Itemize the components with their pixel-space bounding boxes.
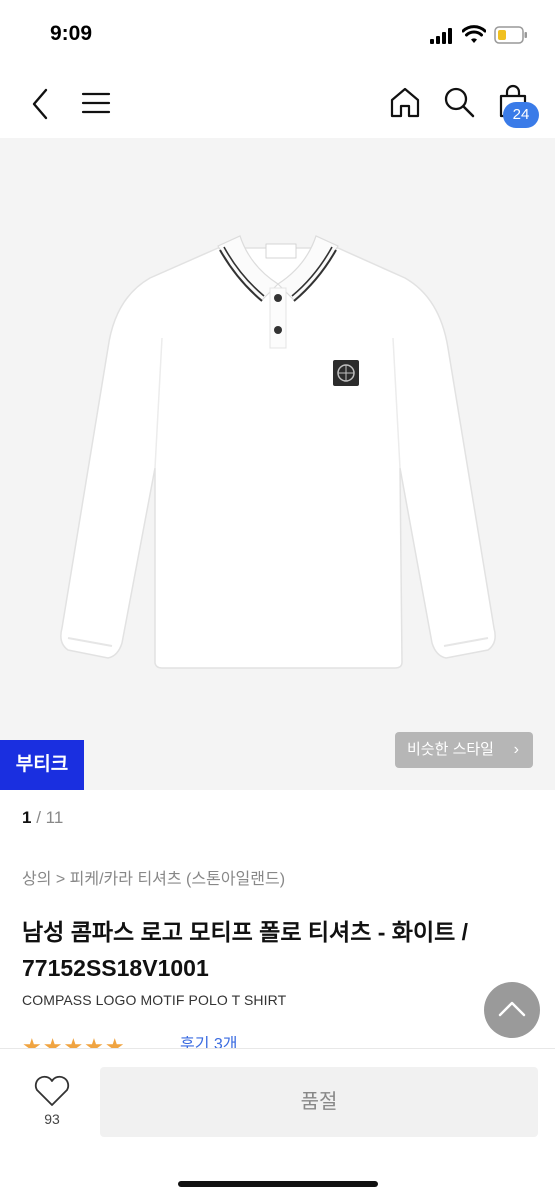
pager-total: 11 (45, 808, 64, 827)
boutique-tag: 부티크 (0, 740, 84, 790)
home-indicator (178, 1181, 378, 1187)
soldout-button[interactable]: 품절 (100, 1067, 538, 1137)
back-icon[interactable] (28, 86, 54, 122)
status-bar: 9:09 (0, 0, 555, 70)
chevron-right-icon: › (513, 741, 519, 758)
pager-separator: / (31, 808, 46, 827)
product-subtitle: COMPASS LOGO MOTIF POLO T SHIRT (22, 992, 287, 1008)
like-button[interactable]: 93 (30, 1075, 74, 1135)
bottom-action-bar: 93 품절 (0, 1048, 555, 1200)
similar-style-button[interactable]: 비슷한 스타일 › (395, 732, 533, 768)
category-breadcrumb[interactable]: 상의 > 피케/카라 티셔츠 (스톤아일랜드) (22, 865, 285, 889)
cart-count-badge[interactable]: 24 (503, 102, 539, 128)
battery-icon (494, 26, 527, 44)
home-icon[interactable] (388, 84, 422, 120)
similar-style-label: 비슷한 스타일 (407, 741, 494, 758)
product-title: 남성 콤파스 로고 모티프 폴로 티셔츠 - 화이트 / 77152SS18V1… (22, 919, 469, 981)
nav-bar (0, 70, 555, 138)
status-time: 9:09 (50, 22, 93, 45)
image-pager: 1 / 11 (22, 808, 63, 828)
heart-icon (34, 1075, 70, 1106)
product-image[interactable] (0, 138, 555, 790)
chevron-up-icon (498, 1001, 526, 1017)
search-icon[interactable] (442, 84, 476, 120)
like-count: 93 (44, 1111, 60, 1127)
signal-icon (430, 28, 452, 44)
polo-shirt-image (60, 235, 496, 669)
scroll-top-button[interactable] (484, 982, 540, 1038)
menu-icon[interactable] (80, 88, 112, 118)
wifi-icon (462, 25, 486, 43)
